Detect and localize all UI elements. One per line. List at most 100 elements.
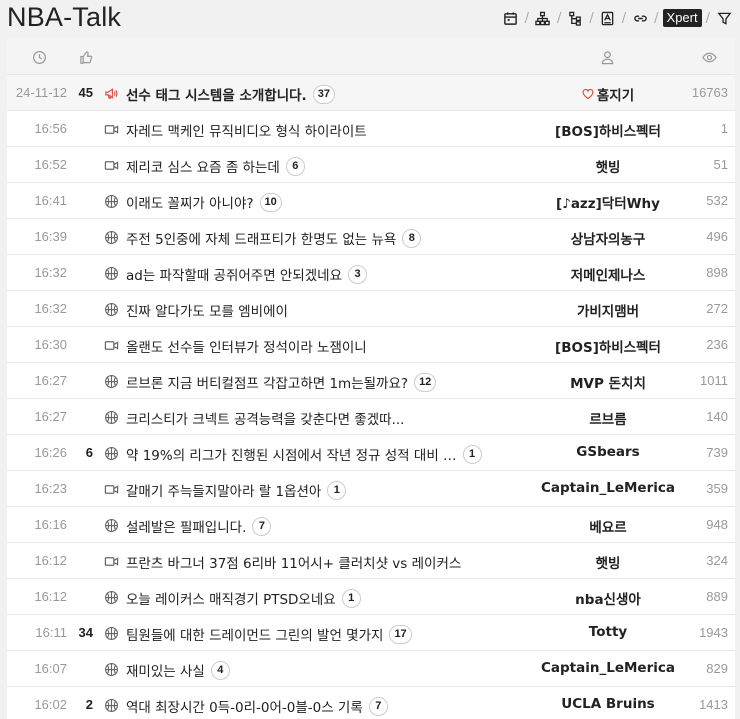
post-title[interactable]: 올랜도 선수들 인터뷰가 정석이라 노잼이니 (126, 336, 367, 356)
post-title[interactable]: 팀원들에 대한 드레이먼드 그린의 발언 몇가지 (126, 624, 383, 644)
clock-icon[interactable] (32, 50, 48, 66)
filter-icon[interactable] (714, 8, 734, 28)
author-name[interactable]: 저메인제나스 (571, 264, 646, 284)
table-row[interactable]: 16:23 갈매기 주늑들지말아라 랄 1옵션아 1 Captain_LeMer… (7, 471, 735, 507)
post-title-link[interactable]: 이래도 꼴찌가 아니야? 10 (126, 192, 516, 212)
comment-count-badge[interactable]: 7 (252, 516, 272, 536)
comment-count-badge[interactable]: 6 (285, 156, 305, 176)
user-icon[interactable] (600, 50, 616, 66)
table-row[interactable]: 16:12 프란츠 바그너 37점 6리바 11어시+ 클러치샷 vs 레이커스… (7, 543, 735, 579)
table-row[interactable]: 16:12 오늘 레이커스 매직경기 PTSD오네요 1 nba신생아 889 (7, 579, 735, 615)
post-title-link[interactable]: 역대 최장시간 0득-0리-0어-0블-0스 기록 7 (126, 696, 516, 716)
comment-count-badge[interactable]: 4 (210, 660, 230, 680)
xpert-button[interactable]: Xpert (662, 9, 702, 27)
author-name[interactable]: 햇빙 (596, 552, 621, 572)
post-title-link[interactable]: 자레드 맥케인 뮤직비디오 형식 하이라이트 (126, 120, 516, 140)
post-title[interactable]: 자레드 맥케인 뮤직비디오 형식 하이라이트 (126, 120, 367, 140)
comment-count-badge[interactable]: 7 (368, 696, 388, 716)
hierarchy-icon[interactable] (533, 8, 553, 28)
post-title-link[interactable]: 프란츠 바그너 37점 6리바 11어시+ 클러치샷 vs 레이커스 (126, 552, 516, 572)
post-title-link[interactable]: 진짜 알다가도 모를 엠비에이 (126, 300, 516, 320)
post-title[interactable]: 이래도 꼴찌가 아니야? (126, 192, 254, 212)
eye-icon[interactable] (702, 50, 718, 66)
notice-row[interactable]: 24-11-12 45 선수 태그 시스템을 소개합니다. 37 홈지기 167… (7, 75, 735, 111)
comment-count-badge[interactable]: 1 (462, 444, 482, 464)
comment-count-badge[interactable]: 10 (259, 192, 282, 212)
post-title[interactable]: 르브론 지금 버티컬점프 각잡고하면 1m는될까요? (126, 372, 408, 392)
author-name[interactable]: GSbears (576, 444, 639, 460)
author-name[interactable]: 가비지맴버 (577, 300, 639, 320)
post-title[interactable]: ad는 파작할때 공쥐어주면 안되겠네요 (126, 264, 342, 284)
author-name[interactable]: [BOS]하비스펙터 (555, 336, 661, 356)
author-name[interactable]: 홈지기 (597, 84, 634, 104)
table-row[interactable]: 16:27 르브론 지금 버티컬점프 각잡고하면 1m는될까요? 12 MVP … (7, 363, 735, 399)
post-time: 16:26 (34, 445, 67, 460)
post-title[interactable]: 갈매기 주늑들지말아라 랄 1옵션아 (126, 480, 321, 500)
comment-count-badge[interactable]: 12 (414, 372, 437, 392)
post-title-link[interactable]: 르브론 지금 버티컬점프 각잡고하면 1m는될까요? 12 (126, 372, 516, 392)
author-name[interactable]: 르브름 (589, 408, 626, 428)
post-title[interactable]: 약 19%의 리그가 진행된 시점에서 작년 정규 성적 대비 … (126, 444, 457, 464)
notice-title-link[interactable]: 선수 태그 시스템을 소개합니다. 37 (126, 84, 516, 104)
author-name[interactable]: 베요르 (589, 516, 626, 536)
author-name[interactable]: Totty (589, 624, 627, 640)
post-title-link[interactable]: 재미있는 사실 4 (126, 660, 516, 680)
table-row[interactable]: 16:52 제리코 심스 요즘 좀 하는데 6 햇빙 51 (7, 147, 735, 183)
image-box-icon[interactable] (598, 8, 618, 28)
comment-count-badge[interactable]: 37 (312, 84, 335, 104)
tree-icon[interactable] (565, 8, 585, 28)
post-title-link[interactable]: 약 19%의 리그가 진행된 시점에서 작년 정규 성적 대비 … 1 (126, 444, 516, 464)
table-row[interactable]: 16:39 주전 5인중에 자체 드래프티가 한명도 없는 뉴욕 8 상남자의농… (7, 219, 735, 255)
author-name[interactable]: 햇빙 (596, 156, 621, 176)
table-row[interactable]: 16:32 ad는 파작할때 공쥐어주면 안되겠네요 3 저메인제나스 898 (7, 255, 735, 291)
calendar-icon[interactable] (501, 8, 521, 28)
table-row[interactable]: 16:07 재미있는 사실 4 Captain_LeMerica 829 (7, 651, 735, 687)
comment-count-badge[interactable]: 1 (327, 480, 347, 500)
post-title[interactable]: 오늘 레이커스 매직경기 PTSD오네요 (126, 588, 336, 608)
table-row[interactable]: 16:27 크리스티가 크넥트 공격능력을 갖춘다면 좋겠따... 르브름 14… (7, 399, 735, 435)
table-row[interactable]: 16:02 2 역대 최장시간 0득-0리-0어-0블-0스 기록 7 UCLA… (7, 687, 735, 719)
author-name[interactable]: Captain_LeMerica (541, 480, 675, 496)
table-row[interactable]: 16:30 올랜도 선수들 인터뷰가 정석이라 노잼이니 [BOS]하비스펙터 … (7, 327, 735, 363)
post-title[interactable]: 제리코 심스 요즘 좀 하는데 (126, 156, 280, 176)
author-name[interactable]: [BOS]하비스펙터 (555, 120, 661, 140)
table-row[interactable]: 16:32 진짜 알다가도 모를 엠비에이 가비지맴버 272 (7, 291, 735, 327)
post-title-link[interactable]: 올랜도 선수들 인터뷰가 정석이라 노잼이니 (126, 336, 516, 356)
post-title-link[interactable]: ad는 파작할때 공쥐어주면 안되겠네요 3 (126, 264, 516, 284)
post-title-link[interactable]: 주전 5인중에 자체 드래프티가 한명도 없는 뉴욕 8 (126, 228, 516, 248)
author-name[interactable]: UCLA Bruins (561, 696, 654, 712)
table-row[interactable]: 16:26 6 약 19%의 리그가 진행된 시점에서 작년 정규 성적 대비 … (7, 435, 735, 471)
post-title[interactable]: 크리스티가 크넥트 공격능력을 갖춘다면 좋겠따... (126, 408, 404, 428)
post-list: 24-11-12 45 선수 태그 시스템을 소개합니다. 37 홈지기 167… (7, 75, 735, 719)
author-name[interactable]: [♪azz]닥터Why (556, 192, 660, 212)
post-title[interactable]: 설레발은 필패입니다. (126, 516, 246, 536)
author-name[interactable]: Captain_LeMerica (541, 660, 675, 676)
author-name[interactable]: nba신생아 (575, 588, 641, 608)
comment-count-badge[interactable]: 1 (341, 588, 361, 608)
notice-title[interactable]: 선수 태그 시스템을 소개합니다. (126, 84, 307, 104)
link-icon[interactable] (630, 8, 650, 28)
author-name[interactable]: MVP 돈치치 (570, 372, 646, 392)
post-title[interactable]: 프란츠 바그너 37점 6리바 11어시+ 클러치샷 vs 레이커스 (126, 552, 461, 572)
table-row[interactable]: 16:11 34 팀원들에 대한 드레이먼드 그린의 발언 몇가지 17 Tot… (7, 615, 735, 651)
table-row[interactable]: 16:56 자레드 맥케인 뮤직비디오 형식 하이라이트 [BOS]하비스펙터 … (7, 111, 735, 147)
post-title-link[interactable]: 크리스티가 크넥트 공격능력을 갖춘다면 좋겠따... (126, 408, 516, 428)
table-row[interactable]: 16:16 설레발은 필패입니다. 7 베요르 948 (7, 507, 735, 543)
thumbs-up-icon[interactable] (79, 50, 95, 66)
comment-count-badge[interactable]: 3 (348, 264, 368, 284)
comment-count-badge[interactable]: 17 (389, 624, 412, 644)
table-row[interactable]: 16:41 이래도 꼴찌가 아니야? 10 [♪azz]닥터Why 532 (7, 183, 735, 219)
comment-count-badge[interactable]: 8 (402, 228, 422, 248)
author-name[interactable]: 상남자의농구 (571, 228, 646, 248)
post-title[interactable]: 재미있는 사실 (126, 660, 205, 680)
post-title-link[interactable]: 제리코 심스 요즘 좀 하는데 6 (126, 156, 516, 176)
post-title-link[interactable]: 팀원들에 대한 드레이먼드 그린의 발언 몇가지 17 (126, 624, 516, 644)
board-title[interactable]: NBA-Talk (7, 2, 121, 33)
post-title-link[interactable]: 갈매기 주늑들지말아라 랄 1옵션아 1 (126, 480, 516, 500)
post-title[interactable]: 역대 최장시간 0득-0리-0어-0블-0스 기록 (126, 696, 363, 716)
post-title[interactable]: 주전 5인중에 자체 드래프티가 한명도 없는 뉴욕 (126, 228, 396, 248)
post-title[interactable]: 진짜 알다가도 모를 엠비에이 (126, 300, 288, 320)
view-count: 739 (706, 445, 728, 460)
post-title-link[interactable]: 설레발은 필패입니다. 7 (126, 516, 516, 536)
post-title-link[interactable]: 오늘 레이커스 매직경기 PTSD오네요 1 (126, 588, 516, 608)
